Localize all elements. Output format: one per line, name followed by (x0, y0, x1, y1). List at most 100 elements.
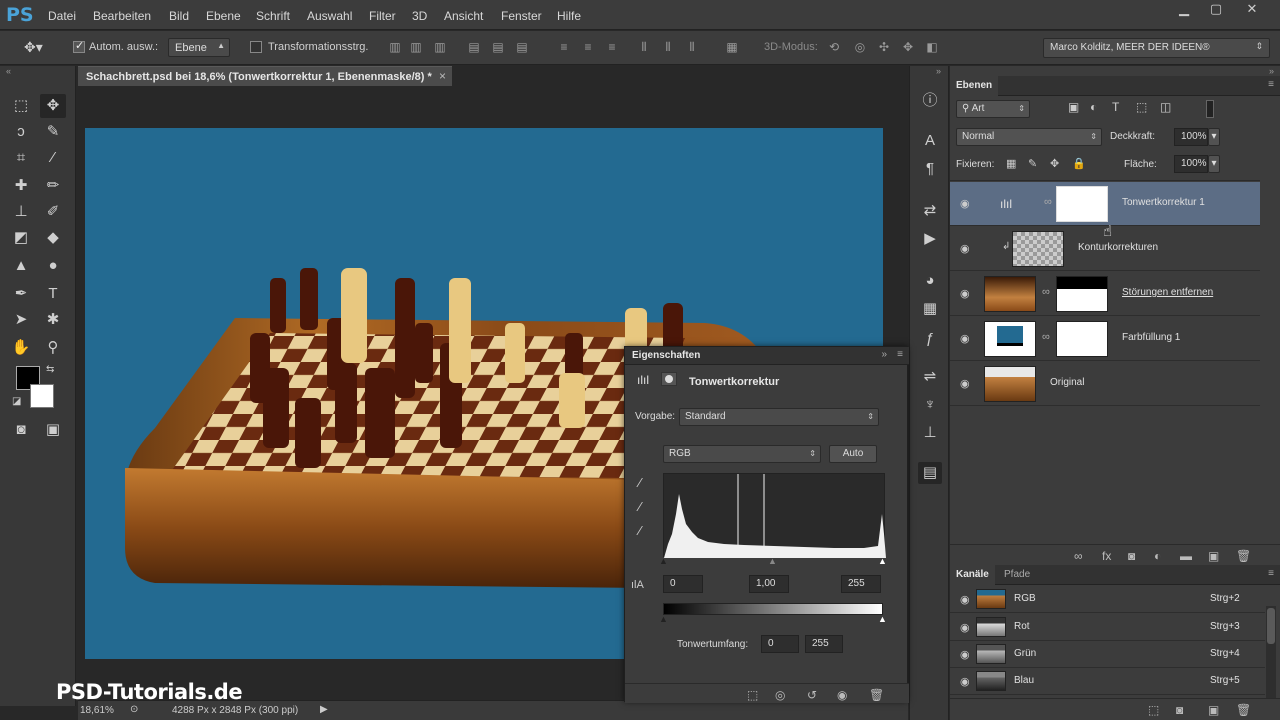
lock-all-icon[interactable]: 🔒 (1072, 157, 1086, 170)
input-gamma-field[interactable]: 1,00 (749, 575, 789, 593)
3d-roll-icon[interactable]: ◎ (852, 40, 868, 54)
properties-icon[interactable]: ▤ (918, 462, 942, 484)
blur-icon[interactable]: ▲ (8, 254, 34, 278)
input-white-slider[interactable]: ▲ (878, 556, 887, 566)
layer-thumbnail[interactable] (1012, 231, 1064, 267)
hand-icon[interactable]: ✋ (8, 336, 34, 360)
close-window-icon[interactable]: ✕ (1236, 0, 1268, 20)
panel-menu-icon[interactable]: ≡ (1268, 568, 1274, 579)
default-colors-icon[interactable]: ◪ (12, 396, 21, 407)
collapse-panel-icon[interactable]: « (6, 66, 11, 76)
filter-shape-icon[interactable]: ⬚ (1136, 100, 1147, 114)
info-icon[interactable]: ⓘ (918, 90, 942, 112)
dodge-icon[interactable]: ● (40, 254, 66, 278)
delete-adjustment-icon[interactable]: 🗑 (869, 688, 884, 702)
channel-select[interactable]: RGB ⇕ (663, 445, 821, 463)
opacity-dropdown-icon[interactable]: ▾ (1208, 128, 1220, 146)
auto-button[interactable]: Auto (829, 445, 877, 463)
rectangular-marquee-icon[interactable]: ⬚ (8, 94, 34, 118)
menu-ebene[interactable]: Ebene (206, 9, 241, 23)
document-tab[interactable]: Schachbrett.psd bei 18,6% (Tonwertkorrek… (78, 66, 452, 86)
eraser-icon[interactable]: ◩ (8, 226, 34, 250)
align-top-icon[interactable]: ▥ (387, 40, 403, 54)
tab-pfade[interactable]: Pfade (998, 565, 1036, 585)
distribute-vcenter-icon[interactable]: ≡ (580, 40, 596, 54)
output-black-field[interactable]: 0 (761, 635, 799, 653)
path-selection-icon[interactable]: ➤ (8, 308, 34, 332)
output-white-slider[interactable]: ▲ (878, 614, 887, 624)
tab-ebenen[interactable]: Ebenen (950, 76, 999, 96)
channel-row[interactable]: ◉ Rot Strg+3 (950, 614, 1265, 641)
preset-select[interactable]: Standard ⇕ (679, 408, 879, 426)
move-tool-preset-icon[interactable]: ✥▾ (24, 39, 43, 56)
paint-bucket-icon[interactable]: ◆ (40, 226, 66, 250)
panel-menu-icon[interactable]: ≡ (897, 349, 903, 360)
menu-bild[interactable]: Bild (169, 9, 189, 23)
clone-stamp-icon[interactable]: ⊥ (8, 200, 34, 224)
3d-scale-icon[interactable]: ◧ (924, 40, 940, 54)
3d-slide-icon[interactable]: ✥ (900, 40, 916, 54)
reset-adjustment-icon[interactable]: ↺ (807, 688, 817, 702)
actions-icon[interactable]: ▶ (918, 228, 942, 250)
distribute-top-icon[interactable]: ≡ (556, 40, 572, 54)
color-icon[interactable]: ◕ (918, 270, 942, 292)
auto-select-checkbox[interactable]: ✓ (73, 40, 85, 53)
visibility-eye-icon[interactable]: ◉ (960, 648, 970, 661)
background-color-swatch[interactable] (30, 384, 54, 408)
delete-layer-icon[interactable]: 🗑 (1236, 549, 1251, 563)
menu-auswahl[interactable]: Auswahl (307, 9, 352, 23)
paragraph-icon[interactable]: ¶ (918, 158, 942, 180)
minimize-icon[interactable]: ▁ (1168, 0, 1200, 20)
new-group-icon[interactable]: ▬ (1180, 549, 1192, 563)
menu-bearbeiten[interactable]: Bearbeiten (93, 9, 151, 23)
levels-adjustment-icon[interactable]: ılıl (637, 373, 649, 387)
lock-pixels-icon[interactable]: ✎ (1028, 157, 1037, 170)
tab-kanaele[interactable]: Kanäle (950, 565, 995, 585)
swatches-icon[interactable]: ▦ (918, 298, 942, 320)
maximize-icon[interactable]: ▢ (1200, 0, 1232, 20)
clip-to-layer-icon[interactable]: ⬚ (747, 688, 758, 702)
swap-colors-icon[interactable]: ⇆ (46, 364, 54, 375)
history-icon[interactable]: ⇄ (918, 200, 942, 222)
3d-rotate-icon[interactable]: ⟲ (826, 40, 842, 54)
mask-mode-icon[interactable] (661, 372, 677, 386)
collapse-right-icon[interactable]: » (1269, 66, 1274, 76)
channel-row[interactable]: ◉ RGB Strg+2 (950, 586, 1265, 613)
scrollbar-thumb[interactable] (1267, 608, 1275, 644)
auto-align-icon[interactable]: ▦ (724, 40, 740, 54)
type-tool-icon[interactable]: T (40, 282, 66, 306)
visibility-eye-icon[interactable]: ◉ (960, 197, 970, 210)
add-mask-icon[interactable]: ◙ (1128, 549, 1135, 563)
view-previous-state-icon[interactable]: ◎ (775, 688, 785, 702)
black-eyedropper-icon[interactable]: ⁄ (639, 475, 641, 490)
workspace-switcher[interactable]: Marco Kolditz, MEER DER IDEEN® ⇕ (1043, 38, 1270, 58)
move-tool-icon[interactable]: ✥ (40, 94, 66, 118)
screen-mode-icon[interactable]: ▣ (40, 418, 66, 442)
toggle-visibility-icon[interactable]: ◉ (837, 688, 847, 702)
layer-mask-thumbnail[interactable] (1056, 321, 1108, 357)
delete-channel-icon[interactable]: 🗑 (1236, 703, 1251, 717)
filter-adjustment-icon[interactable]: ◐ (1090, 100, 1097, 114)
layer-style-fx-icon[interactable]: fx (1102, 549, 1111, 563)
tab-eigenschaften[interactable]: Eigenschaften (632, 350, 700, 361)
layer-mask-thumbnail[interactable] (1056, 186, 1108, 222)
zoom-icon[interactable]: ⚲ (40, 336, 66, 360)
visibility-eye-icon[interactable]: ◉ (960, 377, 970, 390)
link-layers-icon[interactable]: ∞ (1074, 549, 1083, 563)
history-brush-icon[interactable]: ✐ (40, 200, 66, 224)
channels-scrollbar[interactable] (1266, 606, 1276, 706)
new-layer-icon[interactable]: ▣ (1208, 549, 1219, 563)
expand-icon[interactable]: » (881, 349, 887, 360)
clipping-warning-icon[interactable]: ılA (631, 579, 644, 591)
3d-pan-icon[interactable]: ✣ (876, 40, 892, 54)
menu-fenster[interactable]: Fenster (501, 9, 542, 23)
panel-menu-icon[interactable]: ≡ (1268, 79, 1274, 90)
status-menu-arrow-icon[interactable]: ▶ (320, 704, 328, 715)
menu-filter[interactable]: Filter (369, 9, 396, 23)
layer-thumbnail[interactable] (984, 276, 1036, 312)
auto-select-dropdown[interactable]: Ebene ▲ (168, 38, 230, 57)
input-black-field[interactable]: 0 (663, 575, 703, 593)
brush-presets-icon[interactable]: ♆ (918, 394, 942, 416)
brush-icon[interactable]: ✏ (40, 174, 66, 198)
visibility-eye-icon[interactable]: ◉ (960, 242, 970, 255)
